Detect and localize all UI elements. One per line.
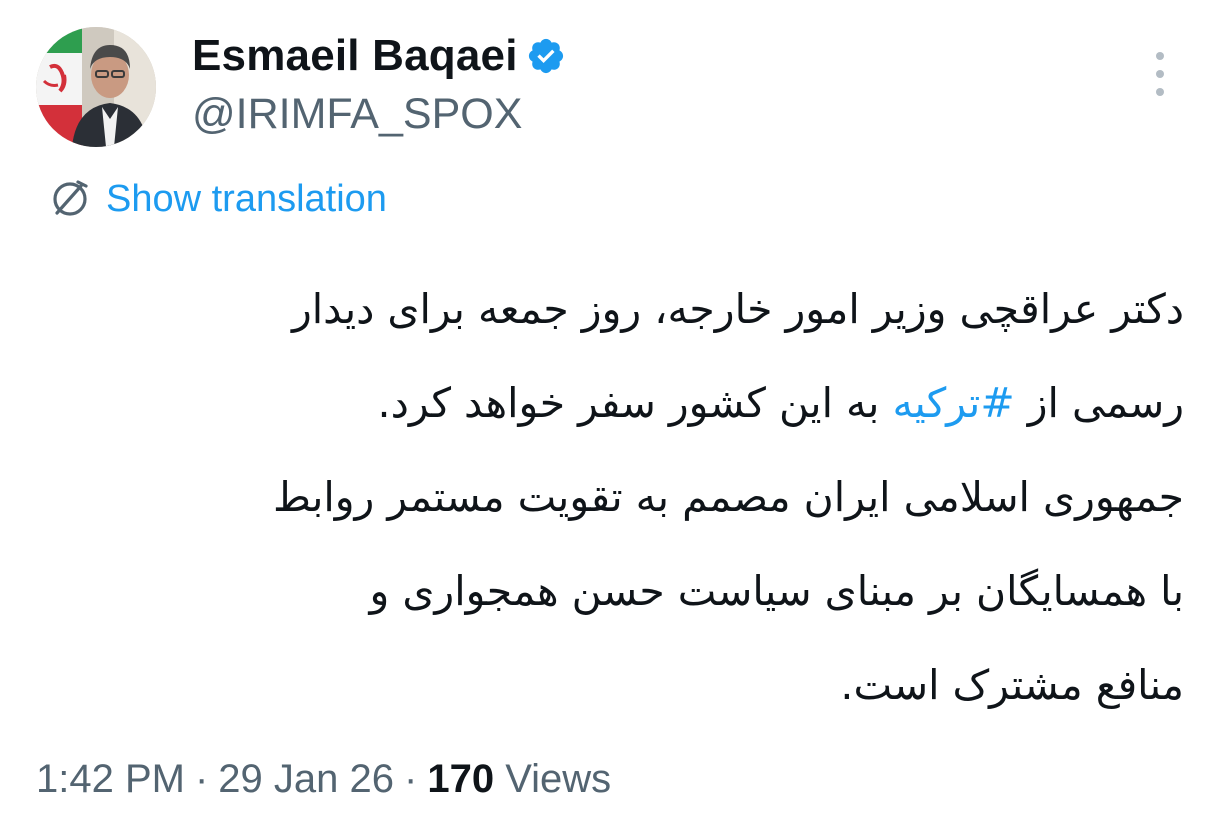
tweet-line: دکتر عراقچی وزیر امور خارجه، روز جمعه بر… bbox=[291, 285, 1184, 333]
show-translation-button[interactable]: Show translation bbox=[48, 176, 387, 222]
author-avatar[interactable] bbox=[36, 27, 156, 147]
more-vertical-icon-dot bbox=[1156, 52, 1164, 60]
tweet-line: رسمی از #ترکیه به این کشور سفر خواهد کرد… bbox=[36, 356, 1184, 450]
translate-globe-icon bbox=[53, 180, 88, 216]
tweet-meta: 1:42 PM · 29 Jan 26 · 170 Views bbox=[36, 752, 611, 806]
tweet-date[interactable]: 29 Jan 26 bbox=[218, 757, 394, 801]
tweet-text-segment: به این کشور سفر خواهد کرد. bbox=[377, 379, 893, 427]
tweet-text: دکتر عراقچی وزیر امور خارجه، روز جمعه بر… bbox=[36, 262, 1184, 732]
hashtag-link[interactable]: #ترکیه bbox=[892, 379, 1014, 427]
views-label: Views bbox=[505, 757, 612, 801]
verified-badge-icon bbox=[528, 38, 563, 74]
views-count: 170 bbox=[427, 757, 495, 801]
more-vertical-icon-dot bbox=[1156, 88, 1164, 96]
tweet-time[interactable]: 1:42 PM bbox=[36, 757, 185, 801]
author-handle[interactable]: @IRIMFA_SPOX bbox=[192, 88, 522, 140]
more-options-button[interactable] bbox=[1140, 52, 1180, 96]
tweet-line: جمهوری اسلامی ایران مصمم به تقویت مستمر … bbox=[273, 473, 1184, 521]
profile-photo bbox=[36, 27, 156, 147]
author-display-name[interactable]: Esmaeil Baqaei bbox=[192, 28, 518, 84]
more-vertical-icon-dot bbox=[1156, 70, 1164, 78]
tweet-text-segment: رسمی از bbox=[1014, 379, 1184, 427]
meta-separator: · bbox=[404, 757, 418, 801]
tweet-line: با همسایگان بر مبنای سیاست حسن همجواری و bbox=[369, 567, 1184, 615]
meta-separator: · bbox=[194, 757, 209, 801]
show-translation-label[interactable]: Show translation bbox=[106, 176, 387, 222]
tweet-line: منافع مشترک است. bbox=[840, 661, 1184, 709]
author-name-row[interactable]: Esmaeil Baqaei bbox=[192, 28, 566, 84]
